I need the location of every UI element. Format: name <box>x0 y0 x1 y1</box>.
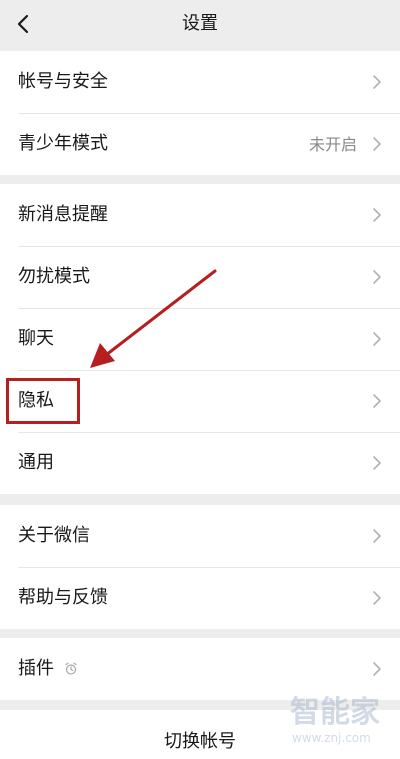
settings-item-label: 关于微信 <box>18 525 90 546</box>
settings-item-label: 插件 <box>18 658 54 679</box>
page-title: 设置 <box>182 13 218 34</box>
settings-item-label: 帐号与安全 <box>18 71 108 92</box>
settings-item-account-security[interactable]: 帐号与安全 <box>0 51 400 113</box>
chevron-right-icon <box>373 394 381 408</box>
chevron-right-icon <box>373 529 381 543</box>
settings-item-label: 勿扰模式 <box>18 266 90 287</box>
watermark-url: www.znj.com <box>292 731 371 745</box>
chevron-right-icon <box>373 332 381 346</box>
settings-item-plugins[interactable]: 插件 <box>0 638 400 700</box>
chevron-right-icon <box>373 662 381 676</box>
chevron-right-icon <box>373 75 381 89</box>
teen-mode-status: 未开启 <box>308 135 357 154</box>
settings-item-about-wechat[interactable]: 关于微信 <box>0 505 400 567</box>
settings-item-label: 青少年模式 <box>18 133 108 154</box>
settings-item-general[interactable]: 通用 <box>0 432 400 494</box>
settings-item-label: 通用 <box>18 452 54 473</box>
settings-item-chat[interactable]: 聊天 <box>0 308 400 370</box>
chevron-right-icon <box>373 208 381 222</box>
settings-item-label: 新消息提醒 <box>18 204 108 225</box>
settings-item-notifications[interactable]: 新消息提醒 <box>0 184 400 246</box>
watermark-logo: 智能家 www.znj.com <box>290 696 394 750</box>
plugin-reminder-icon <box>65 662 77 675</box>
settings-group-plugins: 插件 <box>0 638 400 700</box>
chevron-right-icon <box>373 137 381 151</box>
chevron-right-icon <box>373 456 381 470</box>
settings-group-about: 关于微信 帮助与反馈 <box>0 505 400 629</box>
chevron-right-icon <box>373 591 381 605</box>
settings-item-label: 聊天 <box>18 328 54 349</box>
settings-item-help-feedback[interactable]: 帮助与反馈 <box>0 567 400 629</box>
privacy-highlight-box <box>6 378 80 424</box>
settings-item-do-not-disturb[interactable]: 勿扰模式 <box>0 246 400 308</box>
settings-group-account: 帐号与安全 青少年模式 未开启 <box>0 51 400 175</box>
nav-bar: 设置 <box>0 0 400 49</box>
settings-item-teen-mode[interactable]: 青少年模式 未开启 <box>0 113 400 175</box>
settings-item-label: 帮助与反馈 <box>18 587 108 608</box>
watermark-brand: 智能家 <box>290 695 380 730</box>
chevron-right-icon <box>373 270 381 284</box>
settings-group-general: 新消息提醒 勿扰模式 聊天 隐私 通用 <box>0 184 400 494</box>
